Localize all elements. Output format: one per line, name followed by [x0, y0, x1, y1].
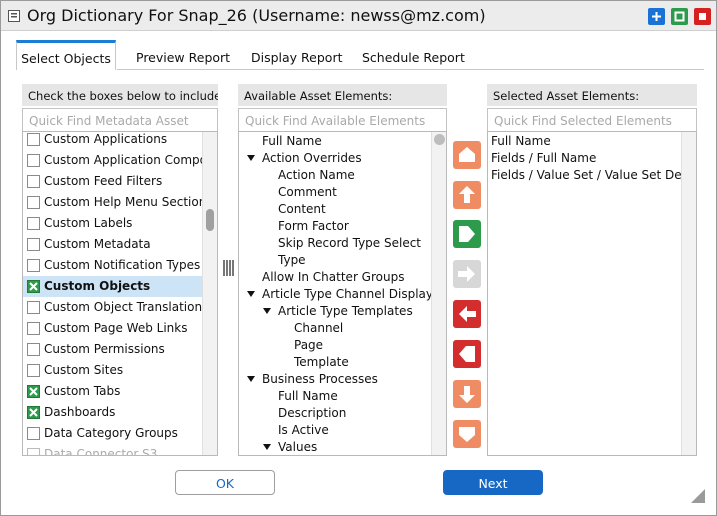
- move-up-button[interactable]: [453, 181, 481, 209]
- tab-select-objects[interactable]: Select Objects: [16, 40, 116, 70]
- available-elements-header: Available Asset Elements:: [238, 84, 447, 106]
- checkbox[interactable]: [27, 364, 40, 377]
- tree-item[interactable]: Page: [239, 338, 431, 355]
- list-item[interactable]: Data Category Groups: [23, 423, 202, 444]
- add-window-button[interactable]: [648, 8, 665, 25]
- tree-item[interactable]: Values: [239, 440, 431, 455]
- list-item[interactable]: Custom Metadata: [23, 234, 202, 255]
- metadata-asset-search-input[interactable]: Quick Find Metadata Asset: [22, 108, 218, 132]
- checkbox[interactable]: [27, 259, 40, 272]
- metadata-asset-list: Custom Applications Custom Application C…: [22, 131, 218, 456]
- tab-divider: [117, 69, 704, 70]
- list-item[interactable]: Fields / Value Set / Value Set De: [488, 168, 681, 185]
- available-elements-scrollbar[interactable]: [431, 132, 446, 455]
- list-item[interactable]: Custom Labels: [23, 213, 202, 234]
- move-down-button[interactable]: [453, 380, 481, 408]
- list-item[interactable]: Fields / Full Name: [488, 151, 681, 168]
- add-selected-button[interactable]: [453, 260, 481, 288]
- app-icon: [8, 10, 20, 22]
- tree-item[interactable]: Action Name: [239, 168, 431, 185]
- available-elements-tree: Full Name Action Overrides Action Name C…: [238, 131, 447, 456]
- expand-arrow-icon[interactable]: [263, 308, 271, 314]
- list-item[interactable]: Custom Applications: [23, 132, 202, 150]
- metadata-asset-header: Check the boxes below to include: [22, 84, 218, 106]
- tree-item[interactable]: Action Overrides: [239, 151, 431, 168]
- list-item[interactable]: Data Connector S3: [23, 444, 202, 455]
- tab-preview-report[interactable]: Preview Report: [136, 40, 230, 70]
- org-dictionary-window: Org Dictionary For Snap_26 (Username: ne…: [0, 0, 717, 516]
- tab-schedule-report[interactable]: Schedule Report: [362, 40, 465, 70]
- add-all-button[interactable]: [453, 220, 481, 248]
- tree-item[interactable]: Template: [239, 355, 431, 372]
- metadata-list-scrollbar[interactable]: [202, 132, 217, 455]
- tree-item[interactable]: Allow In Chatter Groups: [239, 270, 431, 287]
- expand-arrow-icon[interactable]: [247, 155, 255, 161]
- checked-checkbox[interactable]: [27, 280, 40, 293]
- checkbox[interactable]: [27, 322, 40, 335]
- list-item[interactable]: Custom Feed Filters: [23, 171, 202, 192]
- next-button[interactable]: Next: [443, 470, 543, 495]
- expand-arrow-icon[interactable]: [247, 291, 255, 297]
- checkbox[interactable]: [27, 154, 40, 167]
- close-window-button[interactable]: [694, 8, 711, 25]
- remove-all-button[interactable]: [453, 340, 481, 368]
- list-item[interactable]: Custom Page Web Links: [23, 318, 202, 339]
- title-bar[interactable]: Org Dictionary For Snap_26 (Username: ne…: [1, 1, 716, 31]
- checkbox[interactable]: [27, 427, 40, 440]
- tree-item[interactable]: Is Active: [239, 423, 431, 440]
- list-item[interactable]: Custom Permissions: [23, 339, 202, 360]
- tree-item[interactable]: Channel: [239, 321, 431, 338]
- selected-elements-scrollbar[interactable]: [681, 132, 696, 455]
- checkbox[interactable]: [27, 196, 40, 209]
- list-item[interactable]: Custom Application Compon: [23, 150, 215, 171]
- checkbox[interactable]: [27, 175, 40, 188]
- window-title: Org Dictionary For Snap_26 (Username: ne…: [27, 6, 486, 25]
- list-item[interactable]: Custom Notification Types: [23, 255, 202, 276]
- tab-display-report[interactable]: Display Report: [251, 40, 343, 70]
- selected-elements-list: Full Name Fields / Full Name Fields / Va…: [487, 131, 697, 456]
- tree-item[interactable]: Article Type Templates: [239, 304, 431, 321]
- list-item[interactable]: Custom Objects: [23, 276, 202, 297]
- selected-elements-search-input[interactable]: Quick Find Selected Elements: [487, 108, 697, 132]
- resize-grip-icon[interactable]: [691, 489, 705, 503]
- expand-arrow-icon[interactable]: [247, 376, 255, 382]
- list-item[interactable]: Custom Help Menu Section: [23, 192, 206, 213]
- tree-item[interactable]: Comment: [239, 185, 431, 202]
- checkbox[interactable]: [27, 217, 40, 230]
- checked-checkbox[interactable]: [27, 406, 40, 419]
- tree-item[interactable]: Full Name: [239, 389, 431, 406]
- move-to-bottom-button[interactable]: [453, 420, 481, 448]
- tree-item[interactable]: Description: [239, 406, 431, 423]
- tree-item[interactable]: Form Factor: [239, 219, 431, 236]
- tree-item[interactable]: Article Type Channel Display: [239, 287, 433, 304]
- list-item[interactable]: Custom Tabs: [23, 381, 202, 402]
- checkbox[interactable]: [27, 133, 40, 146]
- list-item[interactable]: Full Name: [488, 134, 681, 151]
- tree-item[interactable]: Content: [239, 202, 431, 219]
- restore-window-button[interactable]: [671, 8, 688, 25]
- checkbox[interactable]: [27, 301, 40, 314]
- scrollbar-thumb[interactable]: [206, 209, 214, 231]
- selected-elements-header: Selected Asset Elements:: [487, 84, 697, 106]
- ok-button[interactable]: OK: [175, 470, 275, 495]
- move-to-top-button[interactable]: [453, 141, 481, 169]
- remove-selected-button[interactable]: [453, 300, 481, 328]
- checked-checkbox[interactable]: [27, 385, 40, 398]
- list-item[interactable]: Custom Sites: [23, 360, 202, 381]
- tree-item[interactable]: Business Processes: [239, 372, 431, 389]
- tree-item[interactable]: Skip Record Type Select: [239, 236, 431, 253]
- tree-item[interactable]: Full Name: [239, 134, 431, 151]
- tree-item[interactable]: Type: [239, 253, 431, 270]
- scrollbar-thumb[interactable]: [434, 134, 445, 145]
- checkbox[interactable]: [27, 238, 40, 251]
- expand-arrow-icon[interactable]: [263, 444, 271, 450]
- panel-splitter-handle[interactable]: [222, 260, 234, 276]
- checkbox[interactable]: [27, 343, 40, 356]
- available-elements-search-input[interactable]: Quick Find Available Elements: [238, 108, 447, 132]
- checkbox[interactable]: [27, 448, 40, 455]
- list-item[interactable]: Dashboards: [23, 402, 202, 423]
- list-item[interactable]: Custom Object Translations: [23, 297, 208, 318]
